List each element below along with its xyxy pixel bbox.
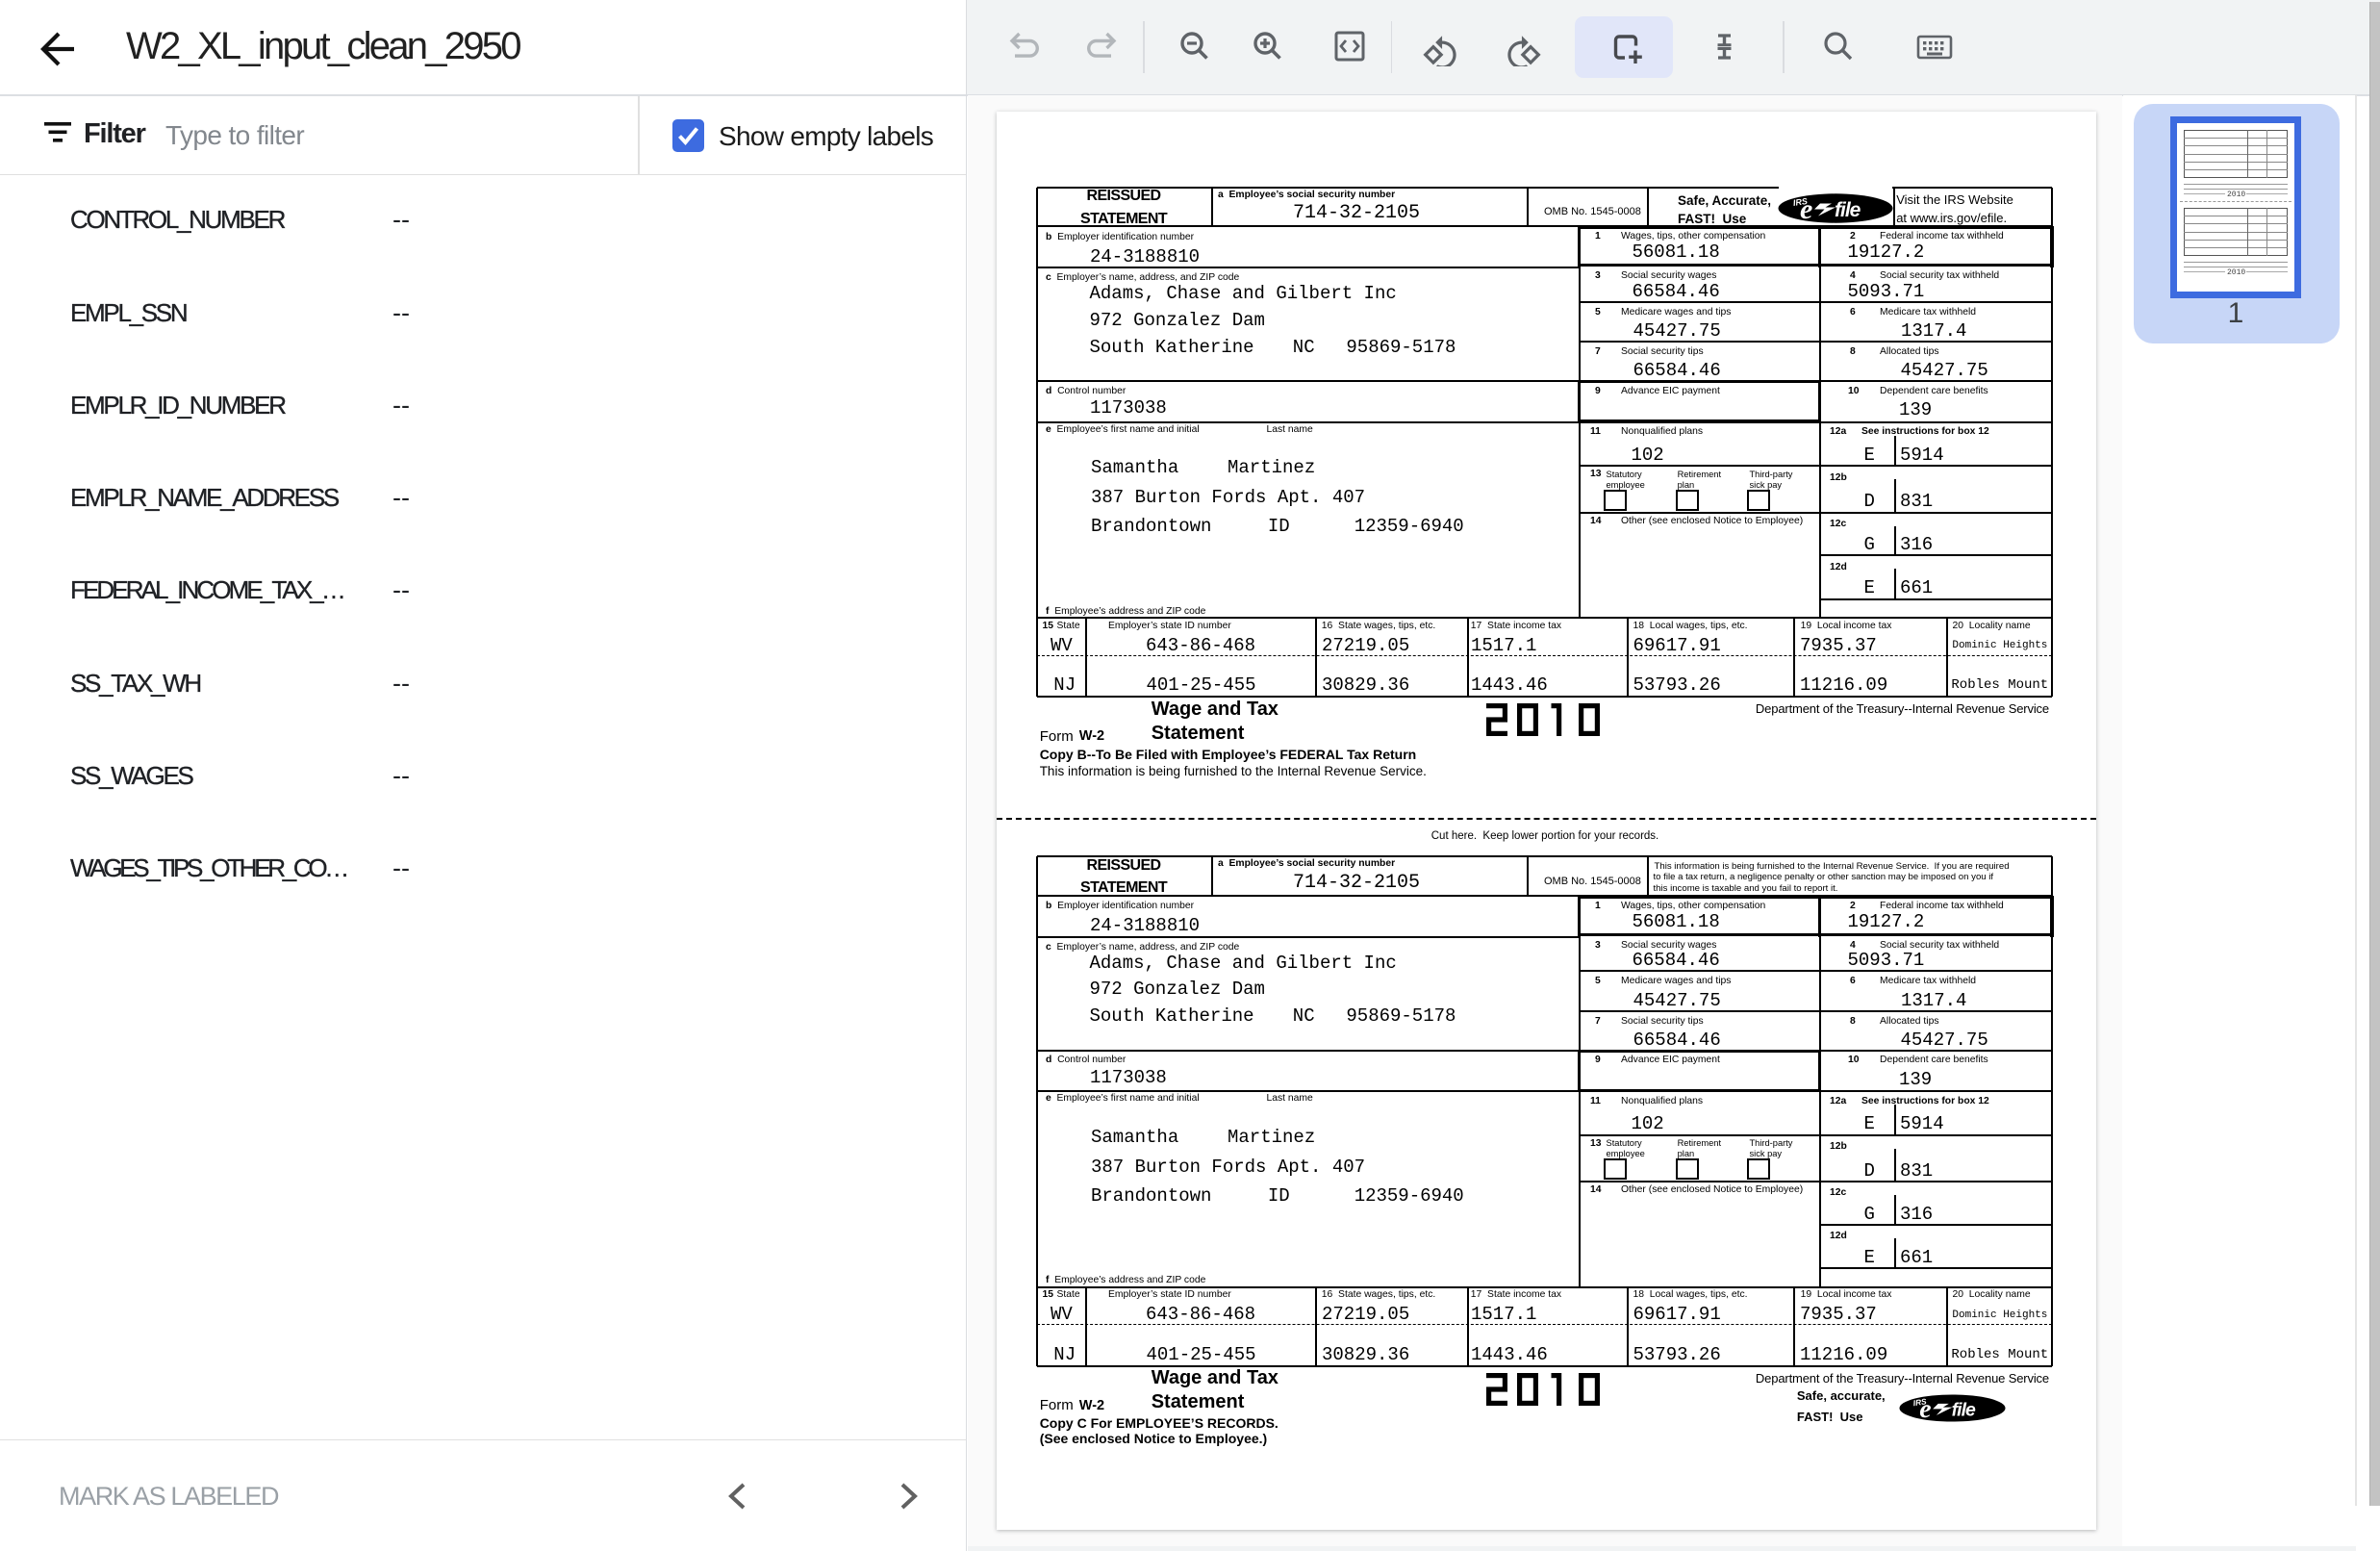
svg-text:file: file	[1951, 1399, 1975, 1420]
svg-text:file: file	[1835, 199, 1861, 221]
svg-text:e: e	[1919, 1394, 1931, 1423]
svg-text:e: e	[1800, 193, 1812, 223]
